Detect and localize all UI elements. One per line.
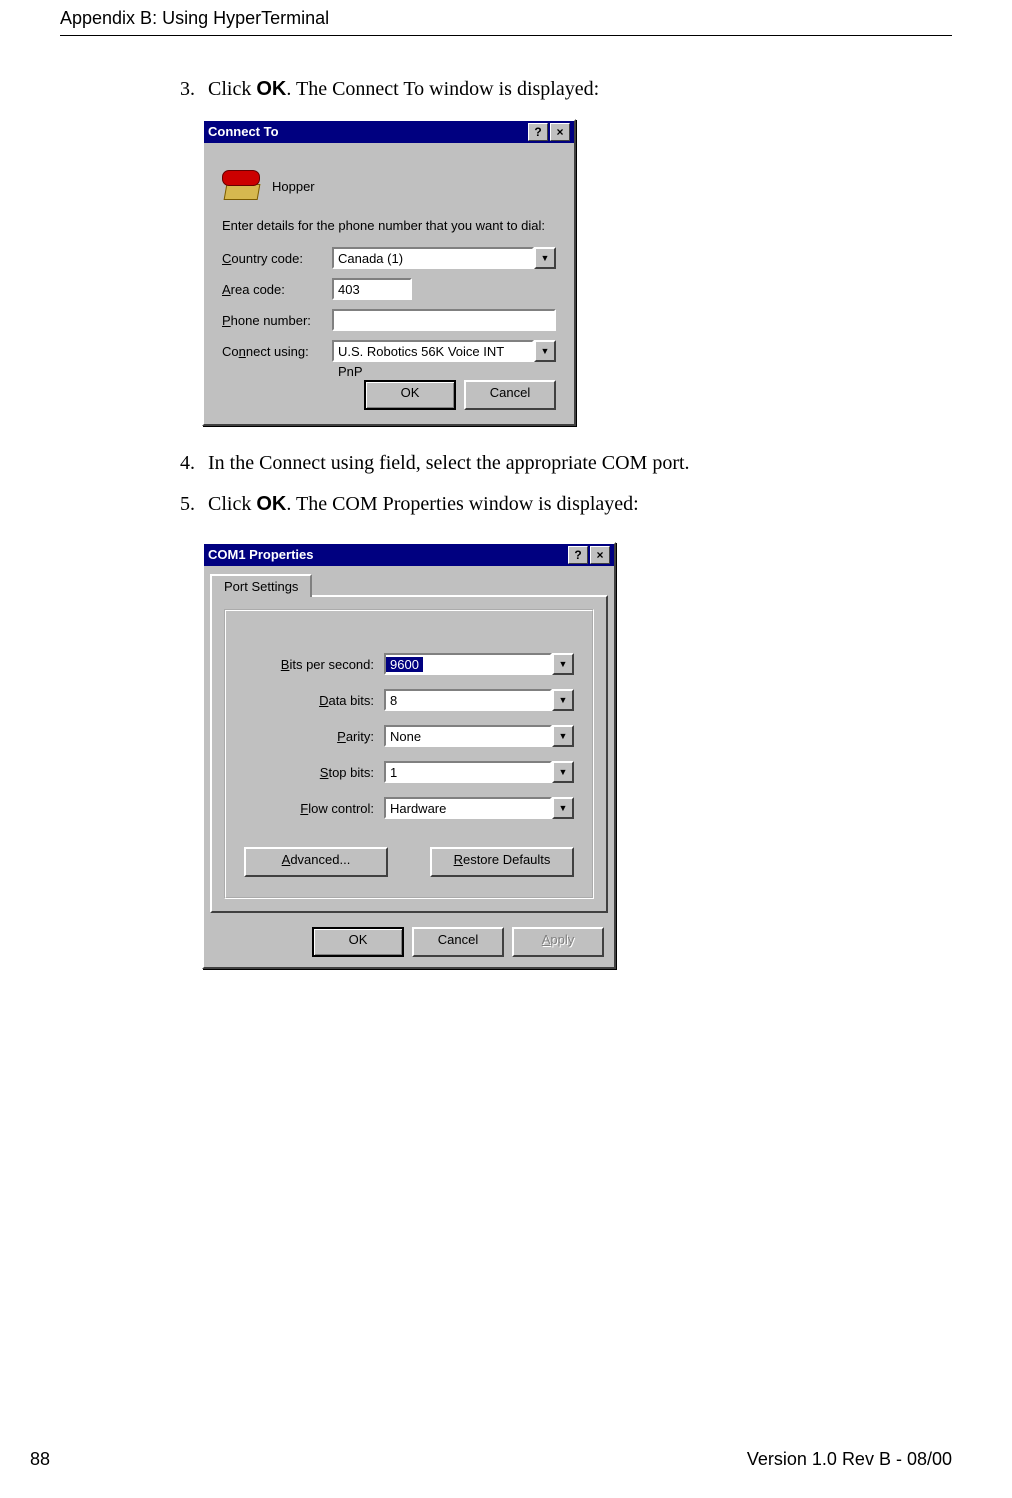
step-5-text-a: Click [208, 493, 256, 515]
port-settings-group: Bits per second: 9600 ▼ Data bits: 8 ▼ [224, 609, 594, 899]
header-rule [60, 35, 952, 36]
parity-label: Parity: [244, 729, 384, 744]
ok-button[interactable]: OK [312, 927, 404, 957]
page-header: Appendix B: Using HyperTerminal [60, 0, 952, 29]
step-5-text-b: . The COM Properties window is displayed… [286, 493, 638, 515]
apply-button: Apply [512, 927, 604, 957]
connection-name: Hopper [272, 179, 315, 194]
tab-port-settings[interactable]: Port Settings [210, 574, 312, 597]
step-4: 4. In the Connect using field, select th… [180, 452, 952, 475]
chevron-down-icon[interactable]: ▼ [552, 797, 574, 819]
phone-number-input[interactable] [332, 309, 556, 331]
restore-defaults-button[interactable]: Restore Defaults [430, 847, 574, 877]
country-code-select[interactable]: Canada (1) [332, 247, 534, 269]
step-5-ok: OK [256, 493, 286, 515]
data-bits-select[interactable]: 8 [384, 689, 552, 711]
step-3-ok: OK [256, 78, 286, 100]
connect-to-dialog: Connect To ? × Hopper Enter details for … [202, 119, 576, 426]
cancel-button[interactable]: Cancel [412, 927, 504, 957]
chevron-down-icon[interactable]: ▼ [534, 340, 556, 362]
com1-titlebar[interactable]: COM1 Properties ? × [204, 544, 614, 566]
step-4-number: 4. [180, 452, 208, 475]
help-button[interactable]: ? [568, 546, 588, 564]
area-code-label: Area code: [222, 282, 332, 297]
step-5-number: 5. [180, 493, 208, 516]
page-number: 88 [30, 1449, 50, 1470]
chevron-down-icon[interactable]: ▼ [552, 761, 574, 783]
area-code-input[interactable]: 403 [332, 278, 412, 300]
connect-using-label: Connect using: [222, 344, 332, 359]
chevron-down-icon[interactable]: ▼ [534, 247, 556, 269]
bits-per-second-label: Bits per second: [244, 657, 384, 672]
instruction-text: Enter details for the phone number that … [222, 218, 556, 233]
advanced-button[interactable]: Advanced... [244, 847, 388, 877]
connect-to-titlebar[interactable]: Connect To ? × [204, 121, 574, 143]
step-3-text-a: Click [208, 78, 256, 100]
stop-bits-select[interactable]: 1 [384, 761, 552, 783]
country-code-label: Country code: [222, 251, 332, 266]
flow-control-select[interactable]: Hardware [384, 797, 552, 819]
step-3-text-b: . The Connect To window is displayed: [286, 78, 599, 100]
chevron-down-icon[interactable]: ▼ [552, 725, 574, 747]
close-button[interactable]: × [550, 123, 570, 141]
chevron-down-icon[interactable]: ▼ [552, 689, 574, 711]
com1-title: COM1 Properties [208, 544, 566, 566]
data-bits-label: Data bits: [244, 693, 384, 708]
step-4-text: In the Connect using field, select the a… [208, 452, 952, 475]
help-button[interactable]: ? [528, 123, 548, 141]
step-3-number: 3. [180, 78, 208, 101]
stop-bits-label: Stop bits: [244, 765, 384, 780]
version-text: Version 1.0 Rev B - 08/00 [747, 1449, 952, 1470]
bits-per-second-select[interactable]: 9600 [384, 653, 552, 675]
flow-control-label: Flow control: [244, 801, 384, 816]
phone-icon [222, 168, 262, 204]
phone-number-label: Phone number: [222, 313, 332, 328]
close-button[interactable]: × [590, 546, 610, 564]
com1-properties-dialog: COM1 Properties ? × Port Settings Bits p… [202, 542, 616, 969]
chevron-down-icon[interactable]: ▼ [552, 653, 574, 675]
connect-to-title: Connect To [208, 121, 526, 143]
ok-button[interactable]: OK [364, 380, 456, 410]
step-3: 3. Click OK. The Connect To window is di… [180, 78, 952, 101]
step-5: 5. Click OK. The COM Properties window i… [180, 493, 952, 516]
connect-using-select[interactable]: U.S. Robotics 56K Voice INT PnP [332, 340, 534, 362]
cancel-button[interactable]: Cancel [464, 380, 556, 410]
parity-select[interactable]: None [384, 725, 552, 747]
